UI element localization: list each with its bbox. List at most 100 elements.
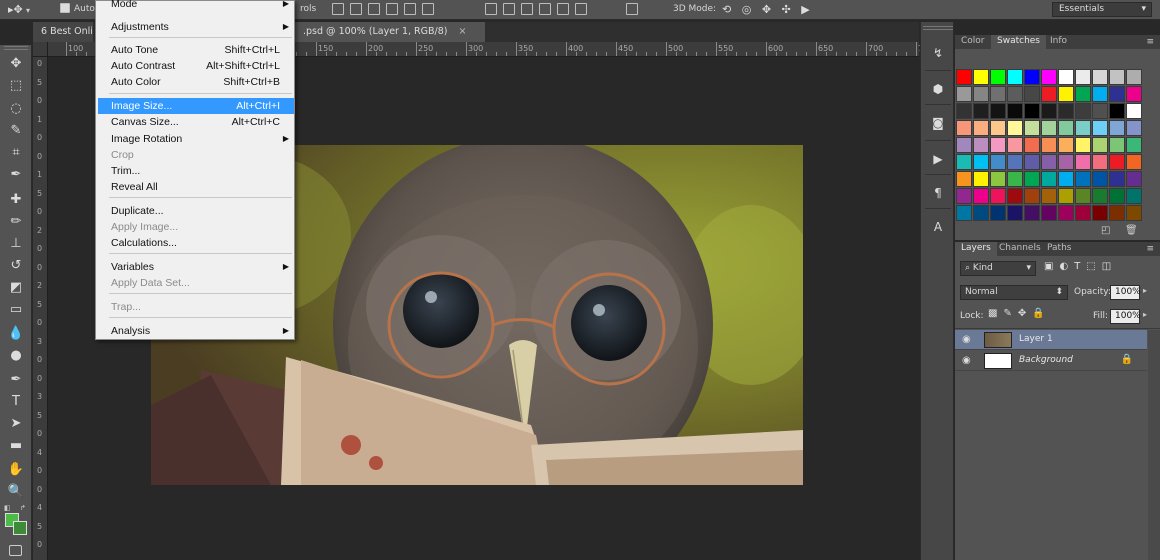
3d-pan-icon[interactable]: ✥ — [762, 3, 771, 16]
color-swatch[interactable] — [1058, 154, 1074, 170]
color-swatch[interactable] — [1041, 69, 1057, 85]
color-swatch[interactable] — [973, 120, 989, 136]
color-swatch[interactable] — [1109, 188, 1125, 204]
color-swatch[interactable] — [1126, 188, 1142, 204]
tab-document-1[interactable]: 6 Best Onlin — [33, 22, 93, 42]
lock-position-icon[interactable]: ✥ — [1018, 308, 1032, 319]
lasso-tool-icon[interactable]: ◌ — [6, 100, 26, 118]
smart-object-filter-icon[interactable]: ◫ — [1102, 261, 1117, 272]
vertical-ruler[interactable]: 0 5 0 1 0 0 1 5 0 2 0 0 2 5 0 3 0 0 3 5 0 4 0 0 4 5 0 — [33, 57, 48, 560]
color-swatch[interactable] — [1024, 120, 1040, 136]
color-swatch[interactable] — [956, 69, 972, 85]
color-swatch[interactable] — [973, 137, 989, 153]
close-icon[interactable]: × — [459, 26, 467, 37]
color-swatch[interactable] — [1041, 188, 1057, 204]
color-swatch[interactable] — [956, 171, 972, 187]
color-swatch[interactable] — [990, 120, 1006, 136]
ruler-origin[interactable] — [33, 42, 48, 57]
menu-item-reveal-all[interactable]: Reveal All — [98, 179, 294, 195]
fill-input[interactable]: 100% — [1110, 309, 1141, 324]
marquee-tool-icon[interactable]: ⬚ — [6, 77, 26, 95]
color-swatch[interactable] — [1126, 205, 1142, 221]
history-panel-icon[interactable]: ↯ — [928, 44, 948, 62]
color-swatch[interactable] — [1007, 188, 1023, 204]
color-swatch[interactable] — [1126, 69, 1142, 85]
color-swatch[interactable] — [1075, 171, 1091, 187]
color-swatch[interactable] — [1126, 137, 1142, 153]
color-swatch[interactable] — [1075, 120, 1091, 136]
color-swatch[interactable] — [1007, 171, 1023, 187]
color-swatch[interactable] — [956, 205, 972, 221]
color-swatch[interactable] — [1058, 137, 1074, 153]
color-swatch[interactable] — [1109, 137, 1125, 153]
distribute-vcenter-icon[interactable] — [503, 3, 515, 15]
lock-transparent-icon[interactable]: ▩ — [988, 308, 1003, 319]
color-swatch[interactable] — [1058, 120, 1074, 136]
menu-item-auto-contrast[interactable]: Auto Contrast Alt+Shift+Ctrl+L — [98, 58, 294, 74]
color-swatch[interactable] — [1075, 69, 1091, 85]
color-swatch[interactable] — [973, 154, 989, 170]
color-swatch[interactable] — [1092, 69, 1108, 85]
color-swatch[interactable] — [1092, 171, 1108, 187]
healing-brush-tool-icon[interactable]: ✚ — [6, 191, 26, 209]
blur-tool-icon[interactable]: 💧 — [6, 325, 26, 343]
gradient-tool-icon[interactable]: ▭ — [6, 301, 26, 319]
3d-slide-icon[interactable]: ✣ — [782, 3, 791, 16]
tab-channels[interactable]: Channels — [993, 242, 1047, 256]
panel-menu-icon[interactable]: ≡ — [1146, 37, 1154, 47]
color-swatch[interactable] — [1007, 154, 1023, 170]
color-swatch[interactable] — [1075, 205, 1091, 221]
color-swatch[interactable] — [1024, 154, 1040, 170]
color-swatch[interactable] — [973, 86, 989, 102]
color-swatch[interactable] — [1024, 103, 1040, 119]
opacity-input[interactable]: 100% — [1110, 285, 1141, 300]
color-swatch[interactable] — [1075, 137, 1091, 153]
layer-row-background[interactable]: ◉ Background 🔒 — [955, 351, 1147, 371]
color-swatch[interactable] — [1058, 188, 1074, 204]
lock-image-icon[interactable]: ✎ — [1003, 308, 1017, 319]
workspace-select[interactable]: Essentials ▾ — [1052, 2, 1152, 17]
color-swatch[interactable] — [1092, 188, 1108, 204]
tab-layers[interactable]: Layers — [955, 242, 997, 256]
color-swatch[interactable] — [973, 188, 989, 204]
color-swatch[interactable] — [1126, 171, 1142, 187]
color-swatch[interactable] — [956, 86, 972, 102]
color-swatch[interactable] — [990, 188, 1006, 204]
color-swatch[interactable] — [1007, 69, 1023, 85]
hand-tool-icon[interactable]: ✋ — [6, 461, 26, 479]
align-vcenter-icon[interactable] — [350, 3, 362, 15]
color-swatch[interactable] — [1024, 69, 1040, 85]
eraser-tool-icon[interactable]: ◩ — [6, 279, 26, 297]
menu-item-image-rotation[interactable]: Image Rotation ▶ — [98, 131, 294, 147]
menu-item-auto-tone[interactable]: Auto Tone Shift+Ctrl+L — [98, 42, 294, 58]
distribute-hcenter-icon[interactable] — [557, 3, 569, 15]
distribute-top-icon[interactable] — [485, 3, 497, 15]
color-swatch[interactable] — [1109, 69, 1125, 85]
layer-filter-select[interactable]: ⌕ Kind ▾ — [960, 261, 1036, 276]
align-right-icon[interactable] — [422, 3, 434, 15]
color-swatch[interactable] — [1058, 69, 1074, 85]
color-swatch[interactable] — [1007, 86, 1023, 102]
color-swatch[interactable] — [1041, 86, 1057, 102]
pixel-filter-icon[interactable]: ▣ — [1044, 261, 1059, 272]
tab-info[interactable]: Info — [1044, 35, 1073, 49]
dock-grip[interactable] — [923, 26, 953, 30]
color-swatch[interactable] — [1075, 188, 1091, 204]
menu-item-analysis[interactable]: Analysis ▶ — [98, 323, 294, 339]
color-swatch[interactable] — [1092, 86, 1108, 102]
menu-item-variables[interactable]: Variables ▶ — [98, 259, 294, 275]
color-swatch[interactable] — [1075, 154, 1091, 170]
color-swatch[interactable] — [973, 205, 989, 221]
color-swatch[interactable] — [1109, 205, 1125, 221]
default-colors-icon[interactable]: ◧ — [4, 504, 11, 512]
quick-select-tool-icon[interactable]: ✎ — [6, 122, 26, 140]
brush-tool-icon[interactable]: ✏ — [6, 213, 26, 231]
align-top-icon[interactable] — [332, 3, 344, 15]
tab-paths[interactable]: Paths — [1041, 242, 1077, 256]
layer-row-layer-1[interactable]: ◉ Layer 1 — [955, 330, 1147, 350]
menu-item-mode[interactable]: Mode ▶ — [98, 0, 294, 12]
color-swatch[interactable] — [1041, 137, 1057, 153]
character-panel-icon[interactable]: A — [928, 218, 948, 236]
move-tool-preset[interactable]: ▸✥ ▾ — [8, 3, 30, 17]
color-swatch[interactable] — [1024, 137, 1040, 153]
